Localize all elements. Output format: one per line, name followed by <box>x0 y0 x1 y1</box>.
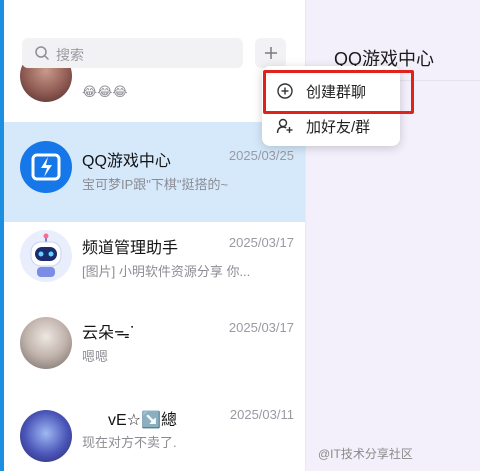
chat-list-panel: 😂😂😂 QQ游戏中心 2025/03/25 宝可梦IP跟"下棋"挺搭的~ 频道管… <box>4 0 306 471</box>
avatar <box>20 410 72 462</box>
qq-game-center-avatar <box>20 141 72 193</box>
plus-icon <box>265 47 277 59</box>
avatar <box>20 317 72 369</box>
add-button[interactable] <box>255 38 286 68</box>
chat-preview: [图片] 小明软件资源分享 你... <box>82 264 251 279</box>
chat-date: 2025/03/17 <box>228 320 294 335</box>
search-input[interactable]: 搜索 <box>22 38 243 68</box>
chat-date: 2025/03/17 <box>228 235 294 250</box>
chat-name: 云朵ᯓᐝ <box>82 325 134 342</box>
chat-name: 频道管理助手 <box>82 240 179 257</box>
chat-name: QQ游戏中心 <box>82 153 171 170</box>
chat-preview: 现在对方不卖了. <box>82 435 177 450</box>
menu-item-label: 创建群聊 <box>306 84 367 101</box>
chat-item-qq-game-center[interactable]: QQ游戏中心 2025/03/25 宝可梦IP跟"下棋"挺搭的~ <box>4 122 305 222</box>
add-friend-icon <box>276 118 293 134</box>
chat-item-top[interactable]: 😂😂😂 <box>4 22 305 122</box>
chat-item-channel-assistant[interactable]: 频道管理助手 2025/03/17 [图片] 小明软件资源分享 你... <box>4 222 305 322</box>
chat-preview: 😂😂😂 <box>82 84 128 99</box>
chat-item-yunduo[interactable]: 云朵ᯓᐝ 2025/03/17 嗯嗯 <box>4 308 305 408</box>
watermark: @IT技术分享社区 <box>318 447 413 461</box>
menu-item-label: 加好友/群 <box>306 119 371 136</box>
menu-item-add-friend[interactable]: 加好友/群 <box>262 108 400 142</box>
search-icon <box>35 46 49 60</box>
search-placeholder: 搜索 <box>56 47 84 63</box>
game-center-logo-icon <box>31 153 61 181</box>
chat-date: 2025/03/11 <box>229 407 294 422</box>
robot-icon <box>30 233 62 277</box>
menu-item-create-group[interactable]: 创建群聊 <box>262 73 400 107</box>
robot-avatar <box>20 230 72 282</box>
chat-date: 2025/03/25 <box>228 148 294 163</box>
chat-item-ve[interactable]: vE☆↘️總 2025/03/11 现在对方不卖了. <box>4 394 305 471</box>
chat-preview: 宝可梦IP跟"下棋"挺搭的~ <box>82 177 229 192</box>
create-group-icon <box>277 83 293 99</box>
chat-name: vE☆↘️總 <box>108 412 177 429</box>
add-menu: 创建群聊 加好友/群 <box>262 66 400 146</box>
chat-preview: 嗯嗯 <box>82 349 109 364</box>
